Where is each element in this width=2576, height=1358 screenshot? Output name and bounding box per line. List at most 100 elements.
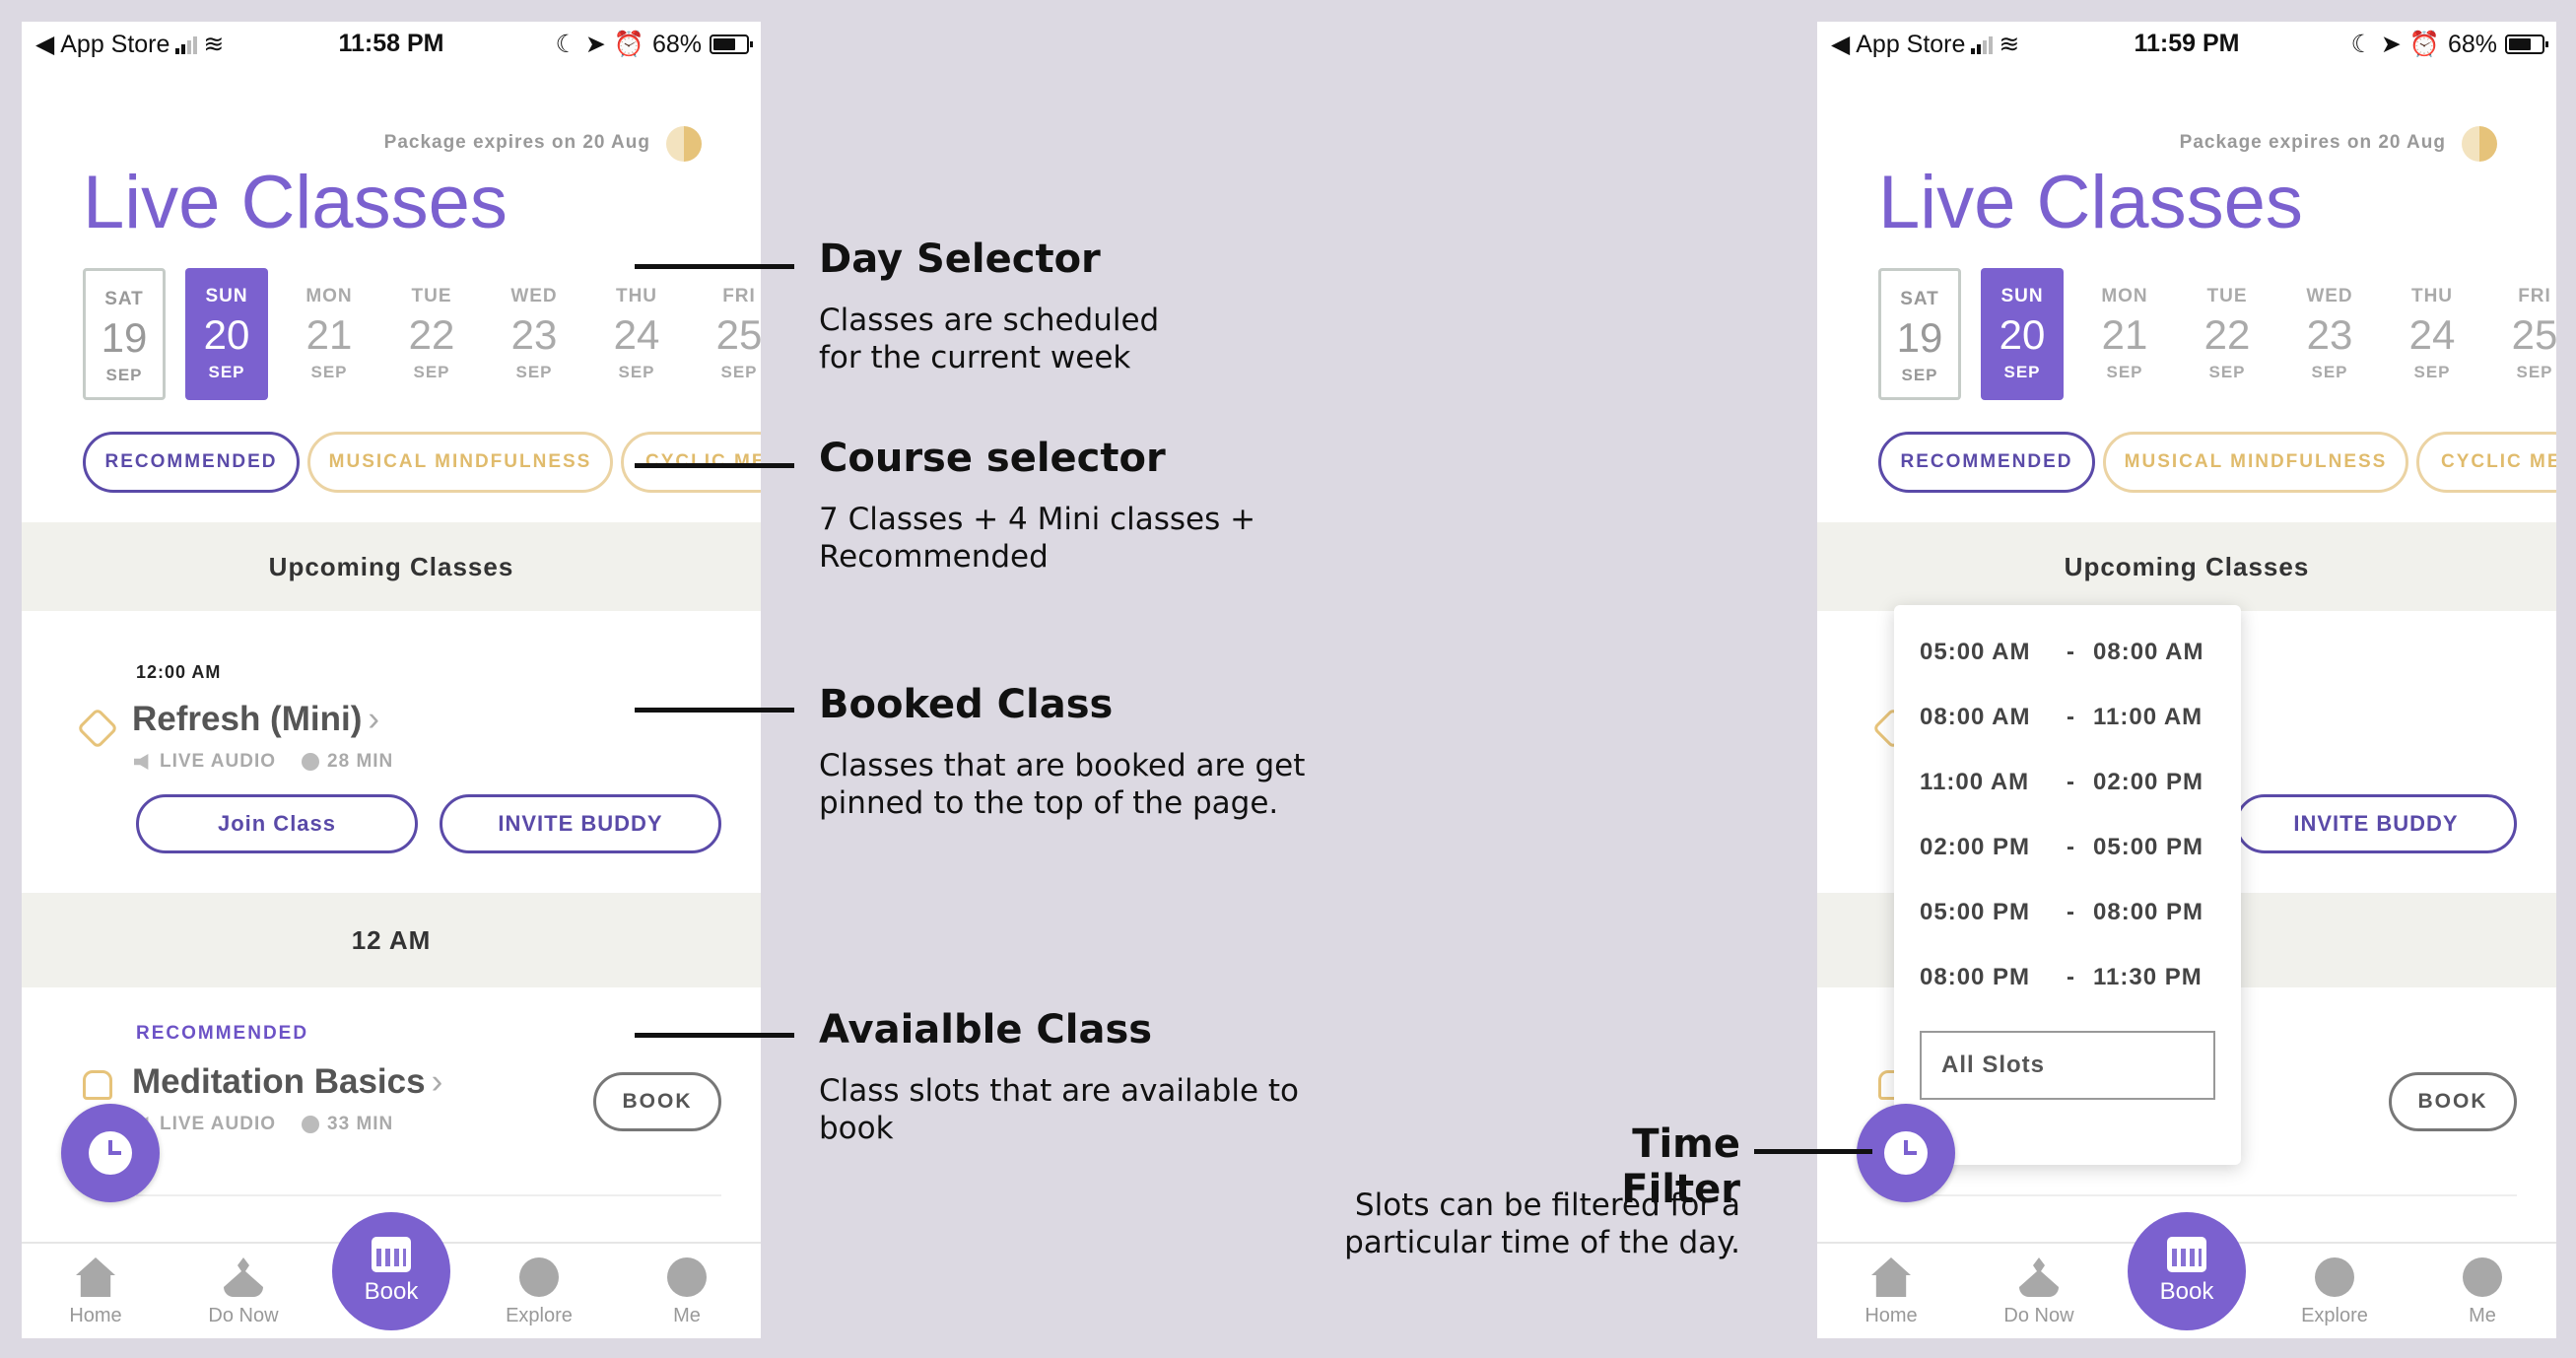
course-chip-musical-mindfulness[interactable]: MUSICAL MINDFULNESS bbox=[2103, 432, 2408, 493]
day-sat-19[interactable]: SAT 19 SEP bbox=[83, 268, 166, 400]
package-status-icon[interactable] bbox=[666, 126, 702, 162]
battery-icon bbox=[2505, 34, 2548, 54]
course-chip-musical-mindfulness[interactable]: MUSICAL MINDFULNESS bbox=[307, 432, 613, 493]
tab-book[interactable]: Book bbox=[2128, 1212, 2246, 1330]
home-icon bbox=[1871, 1257, 1911, 1297]
divider bbox=[136, 1194, 721, 1196]
home-icon bbox=[76, 1257, 115, 1297]
refresh-course-icon bbox=[76, 707, 119, 750]
time-slot-option[interactable]: 02:00 PM -05:00 PM bbox=[1894, 828, 2241, 867]
available-class-meta: LIVE AUDIO 33 MIN bbox=[134, 1114, 393, 1135]
tab-me[interactable]: Me bbox=[2418, 1257, 2546, 1327]
annotation-day-selector-title: Day Selector bbox=[819, 237, 1101, 282]
time-slot-option[interactable]: 11:00 AM -02:00 PM bbox=[1894, 763, 2241, 802]
section-upcoming-classes: Upcoming Classes bbox=[1817, 522, 2556, 611]
annotation-course-selector-desc: 7 Classes + 4 Mini classes + Recommended bbox=[819, 502, 1256, 575]
divider bbox=[1932, 1194, 2517, 1196]
day-thu-24[interactable]: THU 24 SEP bbox=[2391, 268, 2474, 400]
battery-percent: 68% bbox=[2447, 30, 2497, 58]
battery-icon bbox=[710, 34, 753, 54]
package-expiry: Package expires on 20 Aug bbox=[2179, 132, 2446, 153]
day-tue-22[interactable]: TUE 22 SEP bbox=[390, 268, 473, 400]
day-fri-25[interactable]: FRI 25 SEP bbox=[2493, 268, 2556, 400]
tab-home[interactable]: Home bbox=[32, 1257, 160, 1327]
book-button[interactable]: BOOK bbox=[593, 1072, 721, 1131]
alarm-icon: ⏰ bbox=[2408, 30, 2440, 58]
time-filter-button[interactable] bbox=[61, 1104, 160, 1202]
course-chip-recommended[interactable]: RECOMMENDED bbox=[83, 432, 300, 493]
chevron-right-icon: › bbox=[431, 1062, 443, 1101]
tab-do-now[interactable]: Do Now bbox=[1975, 1257, 2103, 1327]
tab-explore[interactable]: Explore bbox=[475, 1257, 603, 1327]
clock-icon bbox=[1884, 1131, 1928, 1175]
phone-screen-left: ◀ App Store ≋ 11:58 PM ☾ ➤ ⏰ 68% Package… bbox=[22, 22, 761, 1338]
day-tue-22[interactable]: TUE 22 SEP bbox=[2186, 268, 2269, 400]
chevron-right-icon: › bbox=[368, 700, 380, 738]
page-title: Live Classes bbox=[1878, 161, 2303, 244]
invite-buddy-button[interactable]: INVITE BUDDY bbox=[440, 794, 721, 853]
moon-icon: ☾ bbox=[555, 31, 577, 58]
day-fri-25[interactable]: FRI 25 SEP bbox=[698, 268, 761, 400]
day-wed-23[interactable]: WED 23 SEP bbox=[493, 268, 576, 400]
annotation-connector bbox=[1754, 1149, 1872, 1154]
day-thu-24[interactable]: THU 24 SEP bbox=[595, 268, 678, 400]
annotation-connector bbox=[635, 264, 794, 269]
location-icon: ➤ bbox=[584, 31, 606, 58]
profile-icon bbox=[2463, 1257, 2502, 1297]
status-bar: ◀ App Store ≋ 11:59 PM ☾ ➤ ⏰ 68% bbox=[1817, 22, 2556, 67]
booked-class-meta: LIVE AUDIO 28 MIN bbox=[134, 751, 393, 773]
booked-class-name[interactable]: Refresh (Mini) › bbox=[132, 700, 379, 739]
time-slot-option[interactable]: 08:00 PM -11:30 PM bbox=[1894, 958, 2241, 997]
annotation-day-selector-desc: Classes are scheduled for the current we… bbox=[819, 303, 1160, 375]
day-mon-21[interactable]: MON 21 SEP bbox=[2083, 268, 2166, 400]
annotation-time-filter-desc: Slots can be filtered for a particular t… bbox=[1344, 1188, 1740, 1260]
booked-class-time: 12:00 AM bbox=[136, 662, 222, 682]
moon-icon: ☾ bbox=[2350, 31, 2373, 58]
section-time-slot-header: 12 AM bbox=[22, 893, 761, 987]
package-expiry: Package expires on 20 Aug bbox=[383, 132, 650, 153]
time-slot-option[interactable]: 05:00 AM -08:00 AM bbox=[1894, 633, 2241, 672]
annotation-booked-class-desc: Classes that are booked are get pinned t… bbox=[819, 748, 1306, 821]
book-button[interactable]: BOOK bbox=[2389, 1072, 2517, 1131]
course-chip-cyclic[interactable]: CYCLIC ME bbox=[621, 432, 761, 493]
speaker-icon bbox=[134, 754, 149, 770]
day-selector: SAT 19 SEP SUN 20 SEP MON 21 SEP TUE 22 SEP WED 2… bbox=[83, 268, 761, 400]
battery-percent: 68% bbox=[651, 30, 702, 58]
meditation-icon bbox=[224, 1257, 263, 1297]
phone-screen-right: ◀ App Store ≋ 11:59 PM ☾ ➤ ⏰ 68% Package… bbox=[1817, 22, 2556, 1338]
day-sun-20[interactable]: SUN 20 SEP bbox=[185, 268, 268, 400]
day-sun-20[interactable]: SUN 20 SEP bbox=[1981, 268, 2064, 400]
time-slot-option[interactable]: 08:00 AM -11:00 AM bbox=[1894, 698, 2241, 737]
annotation-booked-class-title: Booked Class bbox=[819, 682, 1114, 727]
status-bar: ◀ App Store ≋ 11:58 PM ☾ ➤ ⏰ 68% bbox=[22, 22, 761, 67]
join-class-button[interactable]: Join Class bbox=[136, 794, 418, 853]
clock-icon bbox=[89, 1131, 132, 1175]
day-selector: SAT 19 SEP SUN 20 SEP MON 21 SEP TUE 22 SEP WED 2… bbox=[1878, 268, 2556, 400]
time-filter-dropdown: 05:00 AM -08:00 AM 08:00 AM -11:00 AM 11:0… bbox=[1894, 605, 2241, 1165]
clock-icon bbox=[302, 753, 320, 771]
course-chip-recommended[interactable]: RECOMMENDED bbox=[1878, 432, 2095, 493]
annotation-connector bbox=[635, 708, 794, 713]
day-wed-23[interactable]: WED 23 SEP bbox=[2288, 268, 2371, 400]
tab-book[interactable]: Book bbox=[332, 1212, 450, 1330]
package-status-icon[interactable] bbox=[2462, 126, 2497, 162]
course-chip-cyclic[interactable]: CYCLIC ME bbox=[2416, 432, 2556, 493]
day-mon-21[interactable]: MON 21 SEP bbox=[288, 268, 371, 400]
clock-icon bbox=[302, 1116, 320, 1133]
alarm-icon: ⏰ bbox=[613, 30, 644, 58]
annotation-connector bbox=[635, 1033, 794, 1038]
tab-do-now[interactable]: Do Now bbox=[179, 1257, 307, 1327]
tab-me[interactable]: Me bbox=[623, 1257, 751, 1327]
invite-buddy-button[interactable]: INVITE BUDDY bbox=[2235, 794, 2517, 853]
section-upcoming-classes: Upcoming Classes bbox=[22, 522, 761, 611]
tab-explore[interactable]: Explore bbox=[2271, 1257, 2399, 1327]
annotation-available-class-desc: Class slots that are available to book bbox=[819, 1073, 1299, 1146]
page-title: Live Classes bbox=[83, 161, 508, 244]
profile-icon bbox=[667, 1257, 707, 1297]
time-slot-option[interactable]: 05:00 PM -08:00 PM bbox=[1894, 893, 2241, 932]
tab-home[interactable]: Home bbox=[1827, 1257, 1955, 1327]
day-sat-19[interactable]: SAT 19 SEP bbox=[1878, 268, 1961, 400]
available-class-name[interactable]: Meditation Basics › bbox=[132, 1062, 442, 1102]
annotation-connector bbox=[635, 463, 794, 468]
all-slots-option[interactable]: All Slots bbox=[1920, 1031, 2215, 1100]
